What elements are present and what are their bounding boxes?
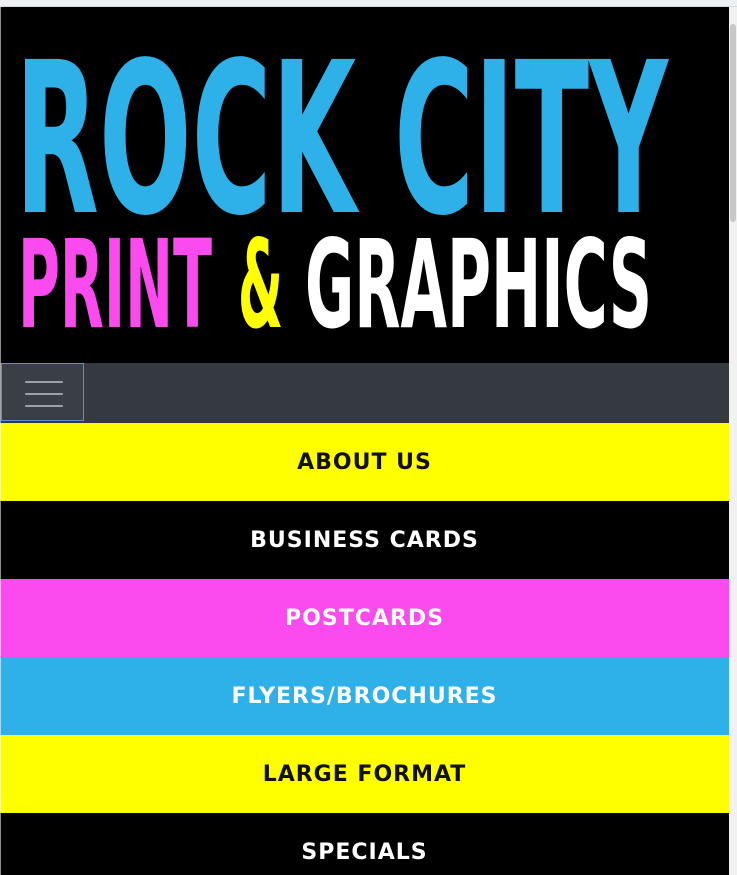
menu-item-about-us[interactable]: ABOUT US (0, 423, 729, 501)
hamburger-menu-icon-bar-bottom (25, 405, 63, 407)
menu-item-postcards[interactable]: POSTCARDS (0, 579, 729, 657)
hamburger-menu-icon-bar-top (25, 381, 63, 383)
scrollbar-thumb[interactable] (730, 24, 736, 222)
logo-graphics-text: GRAPHICS (305, 214, 652, 356)
menu-item-flyers-brochures[interactable]: FLYERS/BROCHURES (0, 657, 729, 735)
browser-viewport: ROCK CITY PRINT & GRAPHICS ABOUT US BUSI… (0, 0, 737, 875)
vertical-scrollbar[interactable] (729, 7, 737, 875)
navbar-toggle-button[interactable] (1, 363, 84, 421)
menu-item-business-cards[interactable]: BUSINESS CARDS (0, 501, 729, 579)
top-navbar (0, 363, 729, 423)
logo-ampersand-text: & (238, 214, 283, 356)
website-page: ROCK CITY PRINT & GRAPHICS ABOUT US BUSI… (0, 7, 729, 875)
main-navigation-menu: ABOUT US BUSINESS CARDS POSTCARDS FLYERS… (0, 423, 729, 875)
site-logo: ROCK CITY PRINT & GRAPHICS (15, 17, 670, 356)
site-logo-link[interactable]: ROCK CITY PRINT & GRAPHICS (0, 7, 729, 363)
page-left-edge (0, 7, 1, 875)
hamburger-menu-icon-bar-middle (25, 393, 63, 395)
logo-print-text: PRINT (18, 214, 212, 356)
window-top-edge (0, 0, 737, 7)
menu-item-specials[interactable]: SPECIALS (0, 813, 729, 875)
menu-item-large-format[interactable]: LARGE FORMAT (0, 735, 729, 813)
